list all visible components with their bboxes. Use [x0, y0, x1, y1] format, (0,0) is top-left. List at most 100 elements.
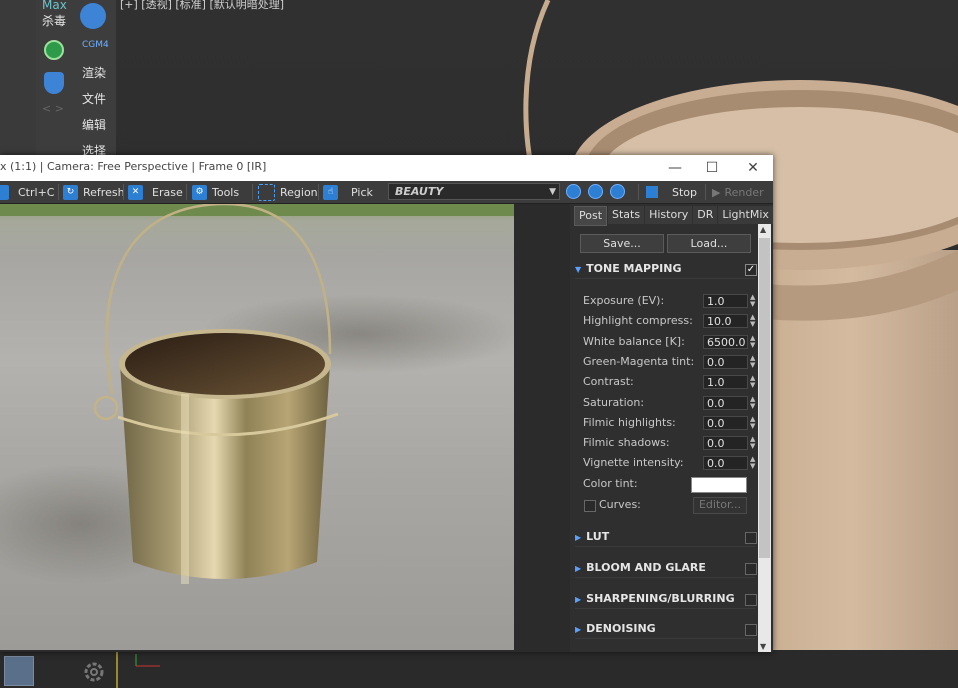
- curves-editor-button[interactable]: Editor...: [693, 497, 747, 514]
- load-button[interactable]: Load...: [667, 234, 751, 253]
- tab-post[interactable]: Post: [574, 206, 608, 226]
- gear-icon[interactable]: [82, 660, 106, 684]
- save-button[interactable]: Save...: [580, 234, 664, 253]
- stop-label: Stop: [672, 185, 698, 199]
- axis-gizmo-icon: [135, 654, 160, 667]
- setting-spinner[interactable]: 1.0: [703, 375, 748, 390]
- sharpening-checkbox[interactable]: [745, 594, 757, 606]
- scroll-thumb[interactable]: [759, 238, 770, 558]
- denoising-checkbox[interactable]: [745, 624, 757, 636]
- render-image[interactable]: [0, 204, 514, 650]
- sharpening-header[interactable]: ▶ SHARPENING/BLURRING: [575, 592, 757, 609]
- setting-spinner[interactable]: 6500.0: [703, 334, 748, 349]
- collapsed-triangle-icon: ▶: [575, 595, 582, 604]
- refresh-icon: ↻: [63, 184, 78, 200]
- tone-mapping-row: Saturation: 0.0 ▲ ▼: [583, 395, 755, 412]
- tone-mapping-row: White balance [K]: 6500.0 ▲ ▼: [583, 334, 755, 351]
- copy-label: Ctrl+C: [18, 185, 55, 199]
- minimize-button[interactable]: —: [655, 155, 695, 181]
- spinner-arrows-icon[interactable]: ▲ ▼: [750, 354, 755, 369]
- chevron-down-icon: ▼: [549, 187, 556, 197]
- tab-lightmix[interactable]: LightMix: [718, 206, 773, 224]
- spinner-arrows-icon[interactable]: ▲ ▼: [750, 436, 755, 450]
- viewport-thumbnail[interactable]: [4, 656, 34, 686]
- setting-label: Saturation:: [583, 395, 645, 409]
- spinner-arrows-icon[interactable]: ▲ ▼: [750, 395, 755, 410]
- curves-checkbox[interactable]: [584, 500, 596, 512]
- scroll-down-icon[interactable]: ▼: [760, 642, 766, 651]
- toolbar-divider: [123, 184, 124, 200]
- copy-button[interactable]: Ctrl+C: [0, 183, 54, 201]
- zoom-in-icon[interactable]: [566, 184, 581, 199]
- tone-mapping-header[interactable]: ▼ TONE MAPPING ✓: [575, 262, 757, 279]
- tools-button[interactable]: ⚙ Tools: [192, 183, 239, 201]
- setting-label: White balance [K]:: [583, 334, 685, 348]
- toolbar-divider: [705, 184, 706, 200]
- cgm-logo-icon[interactable]: [80, 3, 106, 29]
- zoom-out-icon[interactable]: [588, 184, 603, 199]
- bloom-glare-checkbox[interactable]: [745, 563, 757, 575]
- tab-dr[interactable]: DR: [693, 206, 718, 224]
- render-menu-item[interactable]: 渲染: [82, 64, 106, 81]
- plugin-toolbar: Max 杀毒 CGM4 渲染 < > 文件 编辑 选择: [36, 0, 116, 160]
- spinner-arrows-icon[interactable]: ▲ ▼: [750, 314, 755, 328]
- vray-frame-buffer-window[interactable]: x (1:1) | Camera: Free Perspective | Fra…: [0, 155, 773, 652]
- collapsed-triangle-icon: ▶: [575, 564, 582, 573]
- spinner-arrows-icon[interactable]: ▲ ▼: [750, 334, 755, 349]
- spinner-arrows-icon[interactable]: ▲ ▼: [750, 375, 755, 389]
- file-menu-item[interactable]: 文件: [82, 90, 106, 107]
- region-button[interactable]: Region: [258, 183, 318, 201]
- maximize-button[interactable]: ☐: [692, 155, 732, 181]
- panel-scrollbar[interactable]: ▲ ▼: [758, 224, 771, 652]
- denoising-header[interactable]: ▶ DENOISING: [575, 622, 757, 639]
- tone-mapping-row: Filmic shadows: 0.0 ▲ ▼: [583, 436, 755, 452]
- setting-spinner[interactable]: 0.0: [703, 415, 748, 430]
- active-viewport-divider: [116, 650, 118, 688]
- expanded-triangle-icon: ▼: [575, 265, 582, 274]
- tools-label: Tools: [212, 185, 240, 199]
- setting-spinner[interactable]: 0.0: [703, 354, 748, 369]
- shield-icon[interactable]: [44, 72, 64, 94]
- color-tint-swatch[interactable]: [691, 476, 747, 493]
- toolbar-divider: [58, 184, 59, 200]
- erase-label: Erase: [152, 185, 183, 199]
- setting-spinner[interactable]: 0.0: [703, 395, 748, 410]
- spinner-arrows-icon[interactable]: ▲ ▼: [750, 294, 755, 308]
- setting-label: Filmic shadows:: [583, 436, 670, 450]
- setting-label: Green-Magenta tint:: [583, 354, 695, 368]
- erase-button[interactable]: ✕ Erase: [128, 183, 183, 201]
- color-tint-row: Color tint:: [583, 476, 747, 493]
- chevrons-icon: < >: [42, 102, 64, 115]
- virus-scan-icon[interactable]: [44, 40, 64, 60]
- tab-stats[interactable]: Stats: [608, 206, 645, 224]
- lut-header[interactable]: ▶ LUT: [575, 530, 757, 547]
- close-button[interactable]: ✕: [733, 155, 773, 181]
- edit-menu-item[interactable]: 编辑: [82, 116, 106, 133]
- render-button[interactable]: ▶ Render: [712, 183, 764, 201]
- spinner-arrows-icon[interactable]: ▲ ▼: [750, 456, 755, 470]
- scroll-up-icon[interactable]: ▲: [760, 225, 766, 234]
- tone-mapping-checkbox[interactable]: ✓: [745, 264, 757, 276]
- setting-spinner[interactable]: 0.0: [703, 436, 748, 451]
- panel-tabs: Post Stats History DR LightMix: [574, 206, 774, 226]
- setting-spinner[interactable]: 10.0: [703, 314, 748, 329]
- channel-dropdown[interactable]: BEAUTY ▼: [388, 183, 560, 200]
- setting-spinner[interactable]: 1.0: [703, 294, 748, 308]
- stop-button[interactable]: Stop: [646, 183, 697, 201]
- tab-history[interactable]: History: [645, 206, 693, 224]
- rendered-bucket-image: [0, 204, 514, 584]
- toolbar-divider: [252, 184, 253, 200]
- pick-button[interactable]: ☝ Pick: [323, 183, 373, 201]
- setting-label: Vignette intensity:: [583, 456, 684, 470]
- spinner-arrows-icon[interactable]: ▲ ▼: [750, 415, 755, 430]
- zoom-fit-icon[interactable]: [610, 184, 625, 199]
- toolbar-divider: [186, 184, 187, 200]
- window-titlebar[interactable]: x (1:1) | Camera: Free Perspective | Fra…: [0, 155, 773, 181]
- tone-mapping-row: Exposure (EV): 1.0 ▲ ▼: [583, 294, 755, 310]
- setting-spinner[interactable]: 0.0: [703, 456, 748, 471]
- bloom-glare-header[interactable]: ▶ BLOOM AND GLARE: [575, 561, 757, 578]
- refresh-button[interactable]: ↻ Refresh: [63, 183, 125, 201]
- bloom-glare-title: BLOOM AND GLARE: [586, 561, 706, 574]
- copy-icon: [0, 184, 9, 200]
- lut-checkbox[interactable]: [745, 532, 757, 544]
